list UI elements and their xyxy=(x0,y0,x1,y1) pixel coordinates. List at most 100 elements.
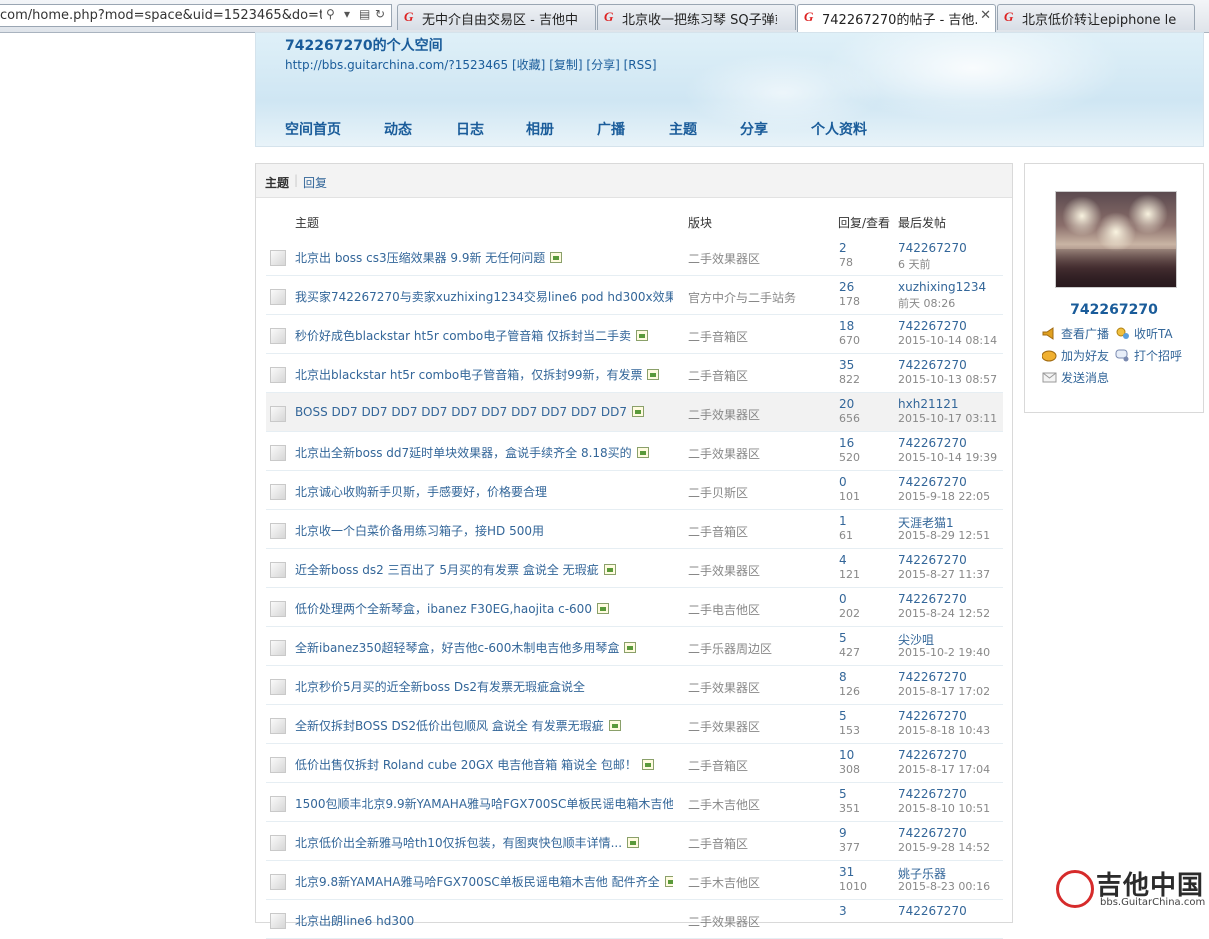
search-icon[interactable]: ⚲ xyxy=(326,7,335,21)
tab-topics[interactable]: 主题 xyxy=(265,174,289,191)
reply-count[interactable]: 35 xyxy=(839,358,854,372)
table-row[interactable]: 全新ibanez350超轻琴盒，好吉他c-600木制电吉他多用琴盒 二手乐器周边区… xyxy=(266,627,1003,666)
close-tab-icon[interactable]: ✕ xyxy=(980,8,991,23)
nav-profile[interactable]: 个人资料 xyxy=(811,119,867,139)
tab-replies[interactable]: 回复 xyxy=(303,174,327,191)
last-poster-link[interactable]: 742267270 xyxy=(898,475,967,489)
reply-count[interactable]: 5 xyxy=(839,631,847,645)
nav-share[interactable]: 分享 xyxy=(740,119,768,139)
table-row[interactable]: 北京出blackstar ht5r combo电子管音箱，仅拆封99新，有发票 二… xyxy=(266,354,1003,393)
thread-forum-link[interactable]: 二手音箱区 xyxy=(688,523,748,540)
last-poster-link[interactable]: 742267270 xyxy=(898,748,967,762)
thread-title-link[interactable]: 北京诚心收购新手贝斯，手感要好，价格要合理 xyxy=(295,483,547,500)
follow-link[interactable]: 收听TA xyxy=(1115,325,1173,342)
reply-count[interactable]: 16 xyxy=(839,436,854,450)
address-text[interactable]: com/home.php?mod=space&uid=1523465&do=th… xyxy=(0,8,322,23)
last-poster-link[interactable]: 742267270 xyxy=(898,709,967,723)
thread-title-link[interactable]: 北京低价出全新雅马哈th10仅拆包装，有图爽快包顺丰详情... xyxy=(295,834,640,851)
profile-name[interactable]: 742267270 xyxy=(1025,302,1203,318)
thread-forum-link[interactable]: 二手木吉他区 xyxy=(688,796,760,813)
thread-title-link[interactable]: 全新ibanez350超轻琴盒，好吉他c-600木制电吉他多用琴盒 xyxy=(295,639,637,656)
table-row[interactable]: 全新仅拆封BOSS DS2低价出包顺风 盒说全 有发票无瑕疵 二手效果器区 5 153… xyxy=(266,705,1003,744)
thread-title-link[interactable]: 低价出售仅拆封 Roland cube 20GX 电吉他音箱 箱说全 包邮！ xyxy=(295,756,654,773)
table-row[interactable]: 我买家742267270与卖家xuzhixing1234交易line6 pod … xyxy=(266,276,1003,315)
reply-count[interactable]: 5 xyxy=(839,709,847,723)
reply-count[interactable]: 9 xyxy=(839,826,847,840)
nav-blog[interactable]: 日志 xyxy=(456,119,484,139)
thread-title-link[interactable]: 秒价好成色blackstar ht5r combo电子管音箱 仅拆封当二手卖 xyxy=(295,327,649,344)
table-row[interactable]: 秒价好成色blackstar ht5r combo电子管音箱 仅拆封当二手卖 二手… xyxy=(266,315,1003,354)
table-row[interactable]: 北京秒价5月买的近全新boss Ds2有发票无瑕疵盒说全 二手效果器区 8 126 74… xyxy=(266,666,1003,705)
thread-title-link[interactable]: 北京出朗line6 hd300 xyxy=(295,912,414,929)
last-poster-link[interactable]: 742267270 xyxy=(898,436,967,450)
thread-forum-link[interactable]: 二手音箱区 xyxy=(688,367,748,384)
share-link[interactable]: [分享] xyxy=(586,58,619,72)
reply-count[interactable]: 1 xyxy=(839,514,847,528)
reply-count[interactable]: 3 xyxy=(839,904,847,918)
browser-tab[interactable]: G 北京收一把练习琴 SQ子弹或... xyxy=(597,4,796,30)
reply-count[interactable]: 2 xyxy=(839,241,847,255)
thread-title-link[interactable]: 北京收一个白菜价备用练习箱子，接HD 500用 xyxy=(295,522,544,539)
thread-title-link[interactable]: 我买家742267270与卖家xuzhixing1234交易line6 pod … xyxy=(295,288,673,305)
nav-album[interactable]: 相册 xyxy=(526,119,554,139)
view-broadcast-link[interactable]: 查看广播 xyxy=(1042,325,1109,342)
dropdown-icon[interactable]: ▾ xyxy=(344,7,350,21)
last-poster-link[interactable]: 742267270 xyxy=(898,592,967,606)
last-poster-link[interactable]: 742267270 xyxy=(898,553,967,567)
table-row[interactable]: 北京低价出全新雅马哈th10仅拆包装，有图爽快包顺丰详情... 二手音箱区 9 377… xyxy=(266,822,1003,861)
thread-title-link[interactable]: 低价处理两个全新琴盒，ibanez F30EG,haojita c-600 xyxy=(295,600,609,617)
nav-feed[interactable]: 动态 xyxy=(384,119,412,139)
thread-forum-link[interactable]: 二手音箱区 xyxy=(688,328,748,345)
reply-count[interactable]: 4 xyxy=(839,553,847,567)
thread-title-link[interactable]: 北京出blackstar ht5r combo电子管音箱，仅拆封99新，有发票 xyxy=(295,366,660,383)
browser-tab[interactable]: G 北京低价转让epiphone les p... xyxy=(997,4,1195,30)
thread-title-link[interactable]: 北京出 boss cs3压缩效果器 9.9新 无任何问题 xyxy=(295,249,563,266)
avatar[interactable] xyxy=(1055,191,1177,288)
last-poster-link[interactable]: 742267270 xyxy=(898,670,967,684)
reply-count[interactable]: 31 xyxy=(839,865,854,879)
table-row[interactable]: 北京诚心收购新手贝斯，手感要好，价格要合理 二手贝斯区 0 101 742267270 2… xyxy=(266,471,1003,510)
last-poster-link[interactable]: 742267270 xyxy=(898,358,967,372)
send-message-link[interactable]: 发送消息 xyxy=(1042,369,1109,386)
nav-threads[interactable]: 主题 xyxy=(669,119,697,139)
reply-count[interactable]: 8 xyxy=(839,670,847,684)
thread-forum-link[interactable]: 官方中介与二手站务 xyxy=(688,289,796,306)
last-poster-link[interactable]: 742267270 xyxy=(898,241,967,255)
reply-count[interactable]: 26 xyxy=(839,280,854,294)
thread-forum-link[interactable]: 二手效果器区 xyxy=(688,913,760,930)
thread-title-link[interactable]: BOSS DD7 DD7 DD7 DD7 DD7 DD7 DD7 DD7 DD7… xyxy=(295,405,644,419)
thread-title-link[interactable]: 北京秒价5月买的近全新boss Ds2有发票无瑕疵盒说全 xyxy=(295,678,585,695)
thread-forum-link[interactable]: 二手乐器周边区 xyxy=(688,640,772,657)
table-row[interactable]: 北京出全新boss dd7延时单块效果器，盒说手续齐全 8.18买的 二手效果器区… xyxy=(266,432,1003,471)
compatibility-icon[interactable]: ▤ xyxy=(359,7,370,21)
reply-count[interactable]: 18 xyxy=(839,319,854,333)
table-row[interactable]: 北京出 boss cs3压缩效果器 9.9新 无任何问题 二手效果器区 2 78 742… xyxy=(266,237,1003,276)
copy-link[interactable]: [复制] xyxy=(549,58,582,72)
reply-count[interactable]: 10 xyxy=(839,748,854,762)
thread-title-link[interactable]: 全新仅拆封BOSS DS2低价出包顺风 盒说全 有发票无瑕疵 xyxy=(295,717,621,734)
poke-link[interactable]: 打个招呼 xyxy=(1115,347,1182,364)
table-row[interactable]: 北京出朗line6 hd300 二手效果器区 3 742267270 xyxy=(266,900,1003,939)
favorite-link[interactable]: [收藏] xyxy=(512,58,545,72)
thread-forum-link[interactable]: 二手效果器区 xyxy=(688,250,760,267)
reply-count[interactable]: 20 xyxy=(839,397,854,411)
thread-forum-link[interactable]: 二手效果器区 xyxy=(688,562,760,579)
last-poster-link[interactable]: hxh21121 xyxy=(898,397,959,411)
thread-title-link[interactable]: 北京出全新boss dd7延时单块效果器，盒说手续齐全 8.18买的 xyxy=(295,444,649,461)
table-row[interactable]: 近全新boss ds2 三百出了 5月买的有发票 盒说全 无瑕疵 二手效果器区 4 1… xyxy=(266,549,1003,588)
last-poster-link[interactable]: 742267270 xyxy=(898,826,967,840)
table-row[interactable]: 低价处理两个全新琴盒，ibanez F30EG,haojita c-600 二手电… xyxy=(266,588,1003,627)
thread-forum-link[interactable]: 二手电吉他区 xyxy=(688,601,760,618)
thread-forum-link[interactable]: 二手效果器区 xyxy=(688,445,760,462)
nav-broadcast[interactable]: 广播 xyxy=(597,119,625,139)
table-row[interactable]: 北京收一个白菜价备用练习箱子，接HD 500用 二手音箱区 1 61 天涯老猫1 2015… xyxy=(266,510,1003,549)
thread-title-link[interactable]: 1500包顺丰北京9.9新YAMAHA雅马哈FGX700SC单板民谣电箱木吉他 … xyxy=(295,795,673,812)
table-row[interactable]: 1500包顺丰北京9.9新YAMAHA雅马哈FGX700SC单板民谣电箱木吉他 … xyxy=(266,783,1003,822)
nav-space-home[interactable]: 空间首页 xyxy=(285,119,341,139)
table-row[interactable]: 低价出售仅拆封 Roland cube 20GX 电吉他音箱 箱说全 包邮！ 二手… xyxy=(266,744,1003,783)
rss-link[interactable]: [RSS] xyxy=(624,58,657,72)
space-url-link[interactable]: http://bbs.guitarchina.com/?1523465 xyxy=(285,58,508,72)
browser-tab[interactable]: G 742267270的帖子 - 吉他... ✕ xyxy=(797,4,996,32)
table-row[interactable]: 北京9.8新YAMAHA雅马哈FGX700SC单板民谣电箱木吉他 配件齐全 二手木… xyxy=(266,861,1003,900)
reply-count[interactable]: 0 xyxy=(839,475,847,489)
